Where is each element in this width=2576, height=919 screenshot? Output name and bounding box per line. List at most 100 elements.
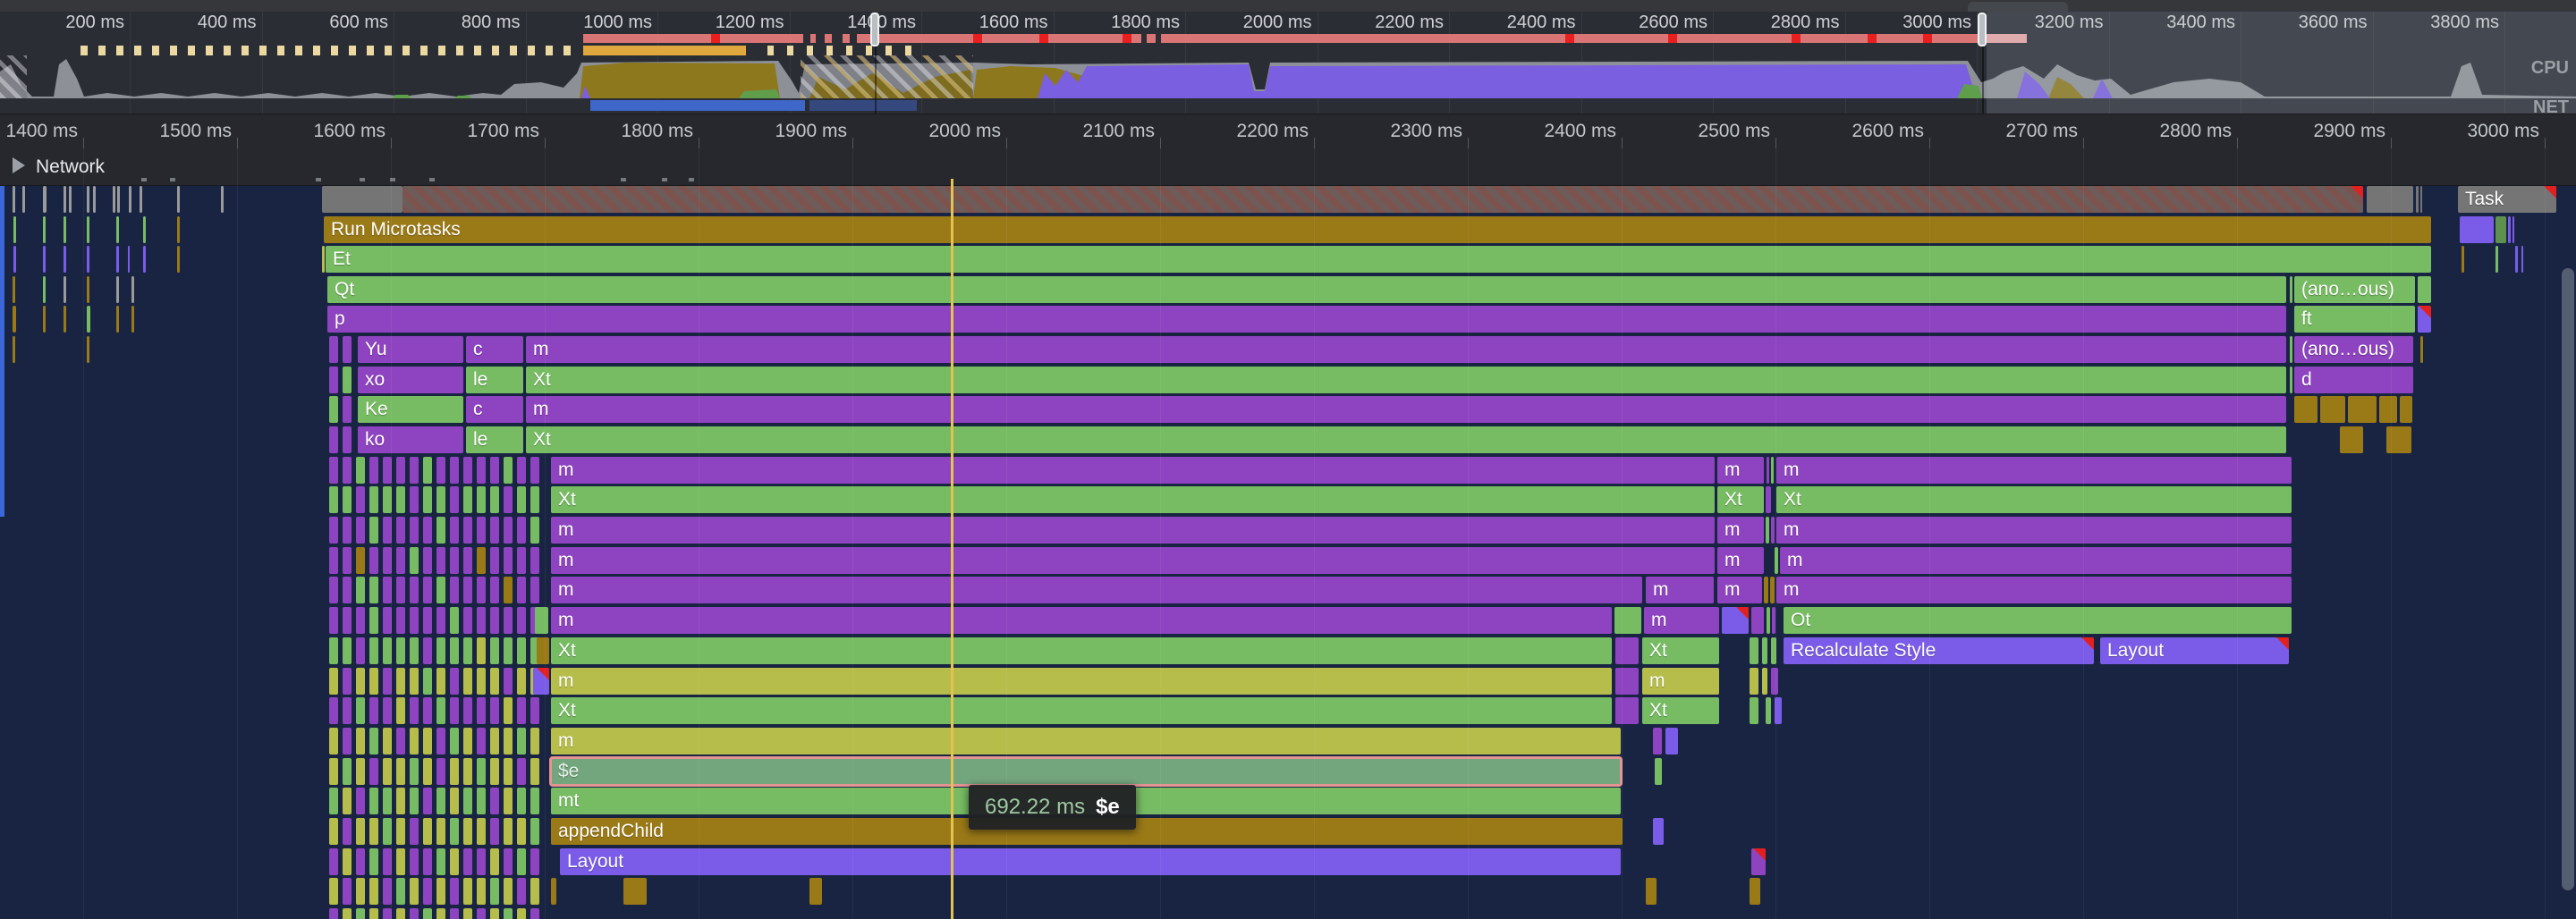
flame-sliver[interactable] (343, 758, 352, 785)
flame-sliver[interactable] (436, 848, 445, 875)
flame-sliver[interactable] (530, 818, 539, 845)
flame-sliver[interactable] (517, 908, 526, 919)
flame-sliver[interactable] (356, 908, 365, 919)
flame-sliver[interactable] (450, 818, 459, 845)
flame-sliver[interactable] (396, 607, 405, 634)
flame-sliver[interactable] (410, 607, 419, 634)
flame-sliver[interactable] (2290, 276, 2292, 303)
flame-sliver[interactable] (356, 697, 365, 724)
flame-sliver[interactable] (128, 246, 130, 273)
flame-sliver[interactable] (463, 486, 472, 513)
flame-sliver[interactable] (116, 246, 119, 273)
flame-sliver[interactable] (410, 758, 419, 785)
flame-sliver[interactable] (343, 728, 352, 755)
flame-sliver[interactable] (463, 758, 472, 785)
flame-sliver[interactable] (517, 848, 526, 875)
flame-sliver[interactable] (423, 848, 432, 875)
flame-sliver[interactable] (343, 848, 352, 875)
flame-sliver[interactable] (490, 517, 499, 544)
flame-bar[interactable]: Yu (358, 336, 463, 363)
flame-sliver[interactable] (436, 486, 445, 513)
flame-sliver[interactable] (477, 908, 486, 919)
flame-sliver[interactable] (530, 697, 539, 724)
flame-sliver[interactable] (490, 637, 499, 664)
flame-sliver[interactable] (436, 758, 445, 785)
flame-sliver[interactable] (623, 878, 647, 905)
scrollbar-thumb[interactable] (2562, 268, 2574, 890)
flame-sliver[interactable] (396, 547, 405, 574)
flame-sliver[interactable] (490, 818, 499, 845)
flame-sliver[interactable] (396, 728, 405, 755)
flame-bar[interactable]: m (1644, 607, 1719, 634)
flame-sliver[interactable] (396, 517, 405, 544)
flame-sliver[interactable] (369, 758, 378, 785)
flame-sliver[interactable] (396, 758, 405, 785)
flame-sliver[interactable] (530, 848, 539, 875)
flame-bar[interactable]: m (1717, 457, 1764, 484)
flame-sliver[interactable] (1762, 668, 1767, 695)
flame-sliver[interactable] (329, 457, 338, 484)
flame-sliver[interactable] (477, 697, 486, 724)
flame-sliver[interactable] (356, 758, 365, 785)
flame-bar[interactable]: m (526, 336, 2286, 363)
flame-sliver[interactable] (64, 276, 66, 303)
flame-sliver[interactable] (436, 697, 445, 724)
flame-sliver[interactable] (2367, 186, 2413, 213)
flame-sliver[interactable] (423, 517, 432, 544)
flame-bar[interactable]: m (551, 668, 1612, 695)
flame-sliver[interactable] (436, 457, 445, 484)
flame-sliver[interactable] (87, 186, 89, 213)
flame-sliver[interactable] (13, 306, 16, 333)
flame-sliver[interactable] (1764, 577, 1768, 603)
flame-sliver[interactable] (490, 457, 499, 484)
flame-bar[interactable]: p (327, 306, 2286, 333)
flame-sliver[interactable] (343, 517, 352, 544)
flame-sliver[interactable] (329, 668, 338, 695)
flame-sliver[interactable] (396, 848, 405, 875)
flame-sliver[interactable] (423, 697, 432, 724)
flame-sliver[interactable] (504, 697, 513, 724)
flame-sliver[interactable] (396, 818, 405, 845)
flame-sliver[interactable] (356, 637, 365, 664)
flame-sliver[interactable] (517, 728, 526, 755)
flame-sliver[interactable] (329, 788, 338, 814)
flame-sliver[interactable] (2416, 186, 2419, 213)
flame-sliver[interactable] (369, 486, 378, 513)
flame-sliver[interactable] (369, 788, 378, 814)
flame-bar[interactable]: Xt (526, 367, 2286, 393)
flame-sliver[interactable] (423, 457, 432, 484)
flame-sliver[interactable] (530, 908, 539, 919)
flame-sliver[interactable] (450, 607, 459, 634)
flame-sliver[interactable] (2418, 276, 2431, 303)
flame-sliver[interactable] (530, 457, 539, 484)
flame-sliver[interactable] (343, 818, 352, 845)
flame-sliver[interactable] (2496, 246, 2498, 273)
flame-sliver[interactable] (530, 878, 539, 905)
flame-sliver[interactable] (396, 878, 405, 905)
flame-sliver[interactable] (517, 457, 526, 484)
flame-sliver[interactable] (343, 426, 352, 453)
flame-sliver[interactable] (490, 577, 499, 603)
flame-sliver[interactable] (450, 577, 459, 603)
flame-sliver[interactable] (450, 758, 459, 785)
flame-sliver[interactable] (2512, 216, 2514, 243)
flame-sliver[interactable] (343, 457, 352, 484)
flame-sliver[interactable] (517, 486, 526, 513)
flame-sliver[interactable] (369, 637, 378, 664)
flame-sliver[interactable] (463, 577, 472, 603)
flame-sliver[interactable] (343, 486, 352, 513)
flame-bar[interactable]: Recalculate Style (1784, 637, 2094, 664)
flame-sliver[interactable] (423, 486, 432, 513)
flame-sliver[interactable] (423, 908, 432, 919)
flame-sliver[interactable] (490, 788, 499, 814)
flame-sliver[interactable] (343, 577, 352, 603)
flame-sliver[interactable] (221, 186, 224, 213)
flame-sliver[interactable] (530, 758, 539, 785)
flame-sliver[interactable] (396, 457, 405, 484)
flame-sliver[interactable] (396, 577, 405, 603)
flame-sliver[interactable] (356, 486, 365, 513)
flame-sliver[interactable] (533, 668, 549, 695)
flame-sliver[interactable] (410, 697, 419, 724)
flame-sliver[interactable] (477, 878, 486, 905)
flame-bar[interactable]: le (466, 367, 523, 393)
